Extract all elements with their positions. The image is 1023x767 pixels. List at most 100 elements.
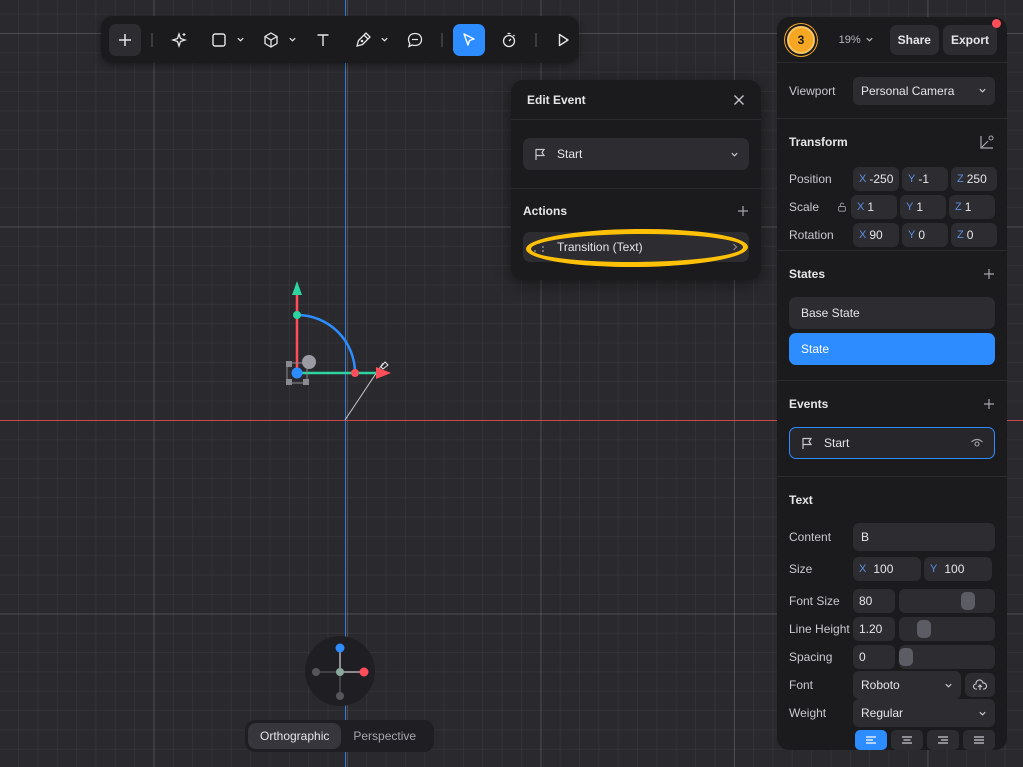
popup-title: Edit Event [527,92,586,107]
ai-button[interactable] [163,24,195,56]
ai-sparkle-icon [170,31,188,48]
viewport-select[interactable]: Personal Camera [853,76,995,105]
zoom-control[interactable]: 19% [839,34,874,46]
event-type-select[interactable]: Start [523,138,749,170]
toolbar-separator [151,32,153,47]
axis-reset-icon[interactable] [979,134,995,150]
add-icon [119,33,131,46]
spacing-slider[interactable] [899,645,995,669]
rectangle-icon [212,32,226,47]
pen-icon [356,31,371,47]
align-center-button[interactable] [891,730,923,750]
share-button[interactable]: Share [889,24,939,55]
event-item-label: Start [824,436,850,450]
orthographic-button[interactable]: Orthographic [248,723,342,749]
play-button[interactable] [547,24,579,56]
content-label: Content [789,530,832,544]
position-y-field[interactable]: Y -1 [902,167,948,191]
spacing-input[interactable]: 0 [853,645,895,669]
bbox-corner-handle[interactable] [303,379,309,385]
transform-title: Transform [789,135,848,149]
y-axis-arrow[interactable] [292,281,302,295]
select-tool-button[interactable] [453,23,485,56]
slider-knob[interactable] [961,592,975,610]
export-label: Export [950,32,989,47]
action-item-transition[interactable]: Transition (Text) [523,232,749,262]
rotation-x-field[interactable]: X 90 [853,223,899,247]
navigation-cube[interactable] [305,636,375,706]
position-z-field[interactable]: Z 250 [951,167,997,191]
export-button[interactable]: Export [942,18,1001,55]
chevron-down-icon [380,37,388,42]
comment-tool-button[interactable] [399,24,431,56]
eye-off-icon[interactable] [970,437,984,449]
select-cursor-icon [463,32,475,46]
font-label: Font [789,678,814,692]
add-event-icon[interactable] [983,398,995,410]
font-size-label: Font Size [789,594,840,608]
scale-y-field[interactable]: Y1 [900,195,946,219]
size-x-field[interactable]: X 100 [853,557,921,581]
add-action-icon[interactable] [737,205,749,217]
cube-icon [264,31,278,48]
unlock-icon[interactable] [837,201,847,213]
viewport-value: Personal Camera [861,83,955,98]
rotation-y-field[interactable]: Y0 [902,223,948,247]
align-justify-button[interactable] [963,730,995,750]
scale-z-field[interactable]: Z1 [949,195,995,219]
pen-tool-button[interactable] [347,24,379,56]
content-input[interactable]: B [853,523,995,551]
weight-select[interactable]: Regular [853,699,995,727]
line-height-slider[interactable] [899,617,995,641]
add-button[interactable] [109,23,141,56]
properties-panel: 3 19% Share Export Viewport Personal Cam… [777,17,1007,750]
avatar[interactable]: 3 [787,25,815,54]
transform-gizmo[interactable] [280,275,400,425]
viewport-label: Viewport [789,83,836,98]
chevron-down-icon [979,711,986,716]
position-x-field[interactable]: X -250 [853,167,899,191]
size-y-field[interactable]: Y 100 [924,557,992,581]
state-item-state[interactable]: State [789,333,995,365]
pen-tool-dropdown[interactable] [377,24,391,56]
states-title: States [789,267,826,281]
timer-tool-button[interactable] [493,24,525,56]
align-right-button[interactable] [927,730,959,750]
scale-label: Scale [789,200,820,214]
drag-handle-icon [534,242,544,252]
slider-knob[interactable] [917,620,931,638]
align-left-button[interactable] [855,730,887,750]
rotation-z-field[interactable]: Z0 [951,223,997,247]
y-handle-dot[interactable] [293,311,301,319]
x-handle-dot[interactable] [351,369,359,377]
pin-icon [380,361,389,370]
font-size-input[interactable]: 80 [853,589,895,613]
action-item-label: Transition (Text) [557,240,643,254]
close-icon[interactable] [733,94,745,106]
3d-object-tool-button[interactable] [255,24,287,56]
position-label: Position [789,172,832,186]
3d-object-tool-dropdown[interactable] [285,24,299,56]
text-tool-button[interactable] [307,24,339,56]
event-item-start[interactable]: Start [789,427,995,459]
cloud-upload-icon [973,679,987,690]
perspective-button[interactable]: Perspective [341,723,428,749]
rectangle-tool-dropdown[interactable] [233,24,247,56]
toolbar-separator [535,32,537,47]
pivot-knob[interactable] [302,355,316,369]
rectangle-tool-button[interactable] [203,24,235,56]
state-item-base[interactable]: Base State [789,297,995,329]
chevron-down-icon [979,88,986,93]
edit-event-popup: Edit Event Start Actions Transition (Tex… [511,80,761,280]
add-state-icon[interactable] [983,268,995,280]
scale-x-field[interactable]: X1 [851,195,897,219]
notification-dot [992,18,1001,28]
font-select[interactable]: Roboto [853,671,961,699]
chevron-down-icon [236,37,244,42]
line-height-input[interactable]: 1.20 [853,617,895,641]
slider-knob[interactable] [899,648,913,666]
font-size-slider[interactable] [899,589,995,613]
upload-font-button[interactable] [965,673,995,697]
gizmo-origin[interactable] [291,367,303,379]
flag-icon [535,148,546,160]
